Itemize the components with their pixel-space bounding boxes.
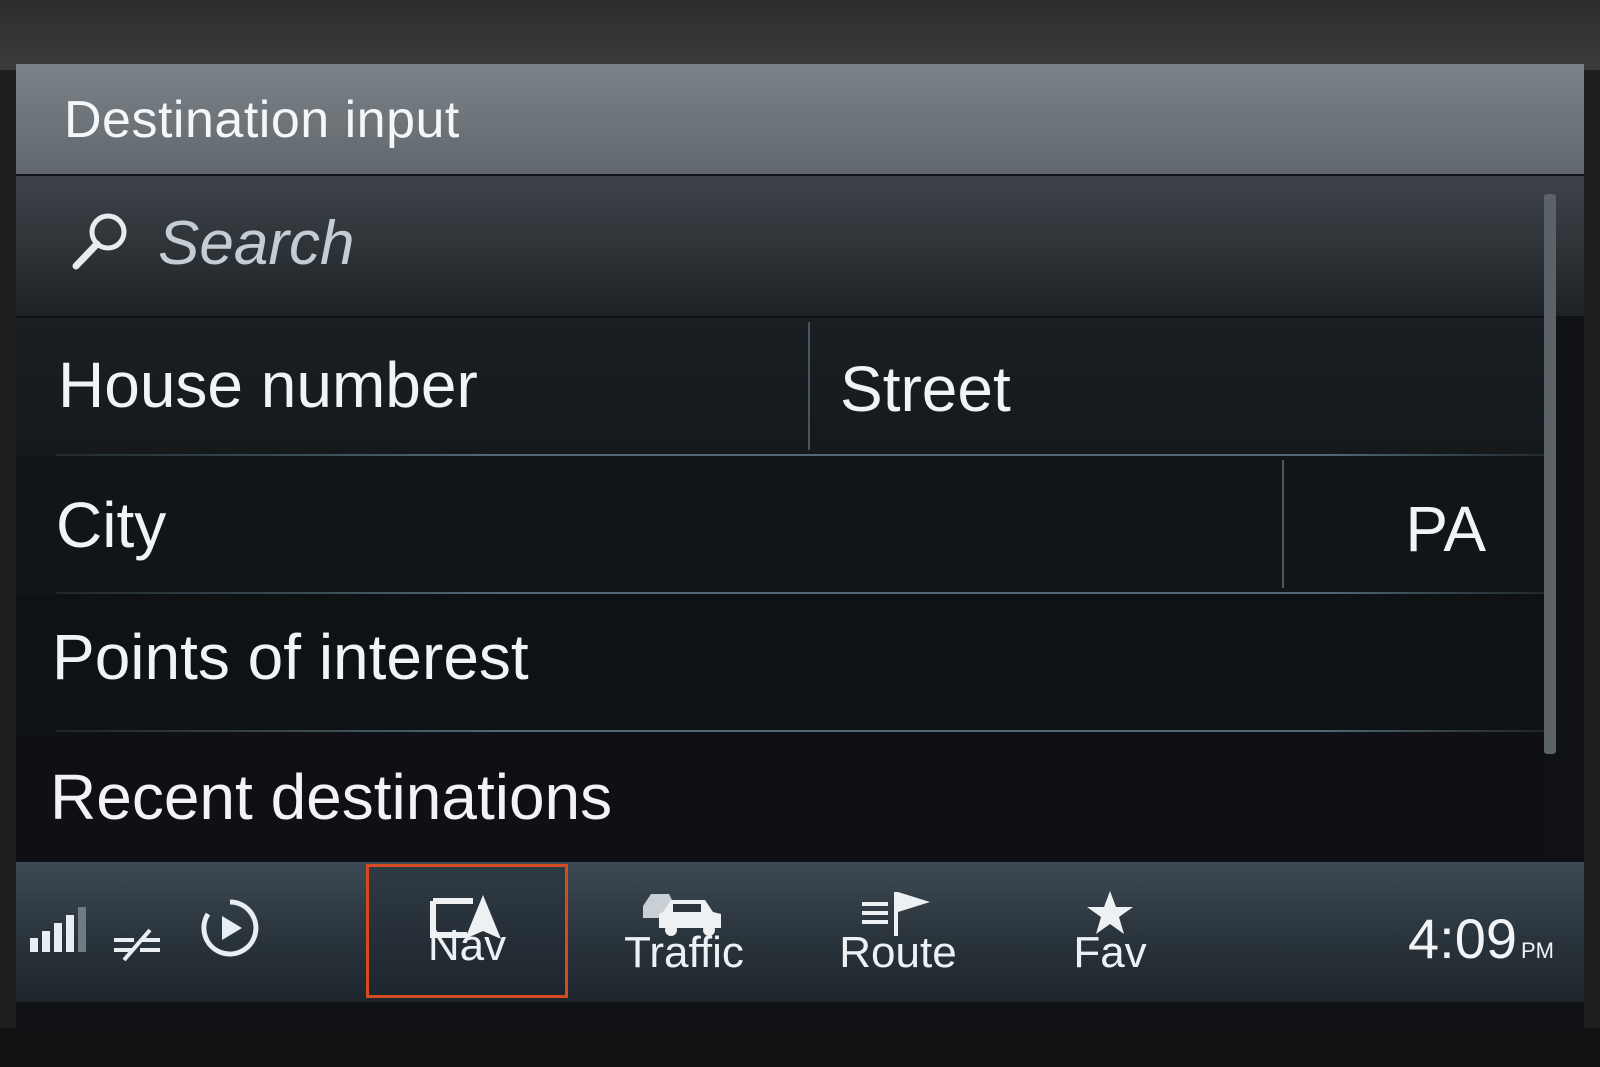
- page-title: Destination input: [64, 91, 460, 149]
- header-bar: Destination input: [16, 64, 1584, 174]
- scrollbar[interactable]: [1544, 194, 1556, 754]
- city-row: City PA: [16, 456, 1546, 594]
- screen-bezel-bottom: [0, 1028, 1600, 1067]
- search-placeholder: Search: [158, 209, 355, 278]
- clock: 4:09 PM: [1408, 906, 1554, 971]
- route-button[interactable]: Route: [818, 862, 978, 1002]
- points-of-interest-label: Points of interest: [52, 621, 529, 693]
- screen-bezel-top: [0, 0, 1600, 70]
- fav-button[interactable]: Fav: [1030, 862, 1190, 1002]
- nav-label: Nav: [427, 921, 507, 970]
- recent-destinations-label: Recent destinations: [50, 761, 613, 833]
- city-label: City: [56, 489, 167, 561]
- recent-destinations-button[interactable]: Recent destinations: [16, 732, 1546, 870]
- house-number-button[interactable]: House number: [16, 318, 808, 456]
- house-number-label: House number: [58, 349, 478, 421]
- street-button[interactable]: Street: [810, 318, 1546, 456]
- traffic-label: Traffic: [624, 928, 744, 977]
- state-label: PA: [1405, 493, 1486, 565]
- city-button[interactable]: City: [16, 456, 1282, 594]
- signal-strength-icon: [30, 907, 86, 952]
- nav-screen: Destination input Search House number St…: [16, 64, 1584, 1028]
- bottom-toolbar: Nav Traffic Route Fav 4:09 PM: [16, 862, 1584, 1002]
- clock-time: 4:09: [1408, 907, 1517, 970]
- traffic-button[interactable]: Traffic: [604, 862, 764, 1002]
- fav-label: Fav: [1073, 928, 1147, 977]
- state-button[interactable]: PA: [1284, 456, 1546, 594]
- no-connection-icon: [114, 928, 160, 962]
- address-row: House number Street: [16, 318, 1546, 456]
- media-play-icon[interactable]: [200, 898, 260, 958]
- points-of-interest-button[interactable]: Points of interest: [16, 594, 1546, 732]
- search-field[interactable]: Search: [16, 176, 1584, 316]
- street-label: Street: [840, 353, 1011, 425]
- clock-ampm: PM: [1521, 938, 1554, 963]
- nav-button[interactable]: Nav: [366, 864, 568, 998]
- search-icon: [72, 213, 127, 270]
- route-label: Route: [839, 928, 957, 977]
